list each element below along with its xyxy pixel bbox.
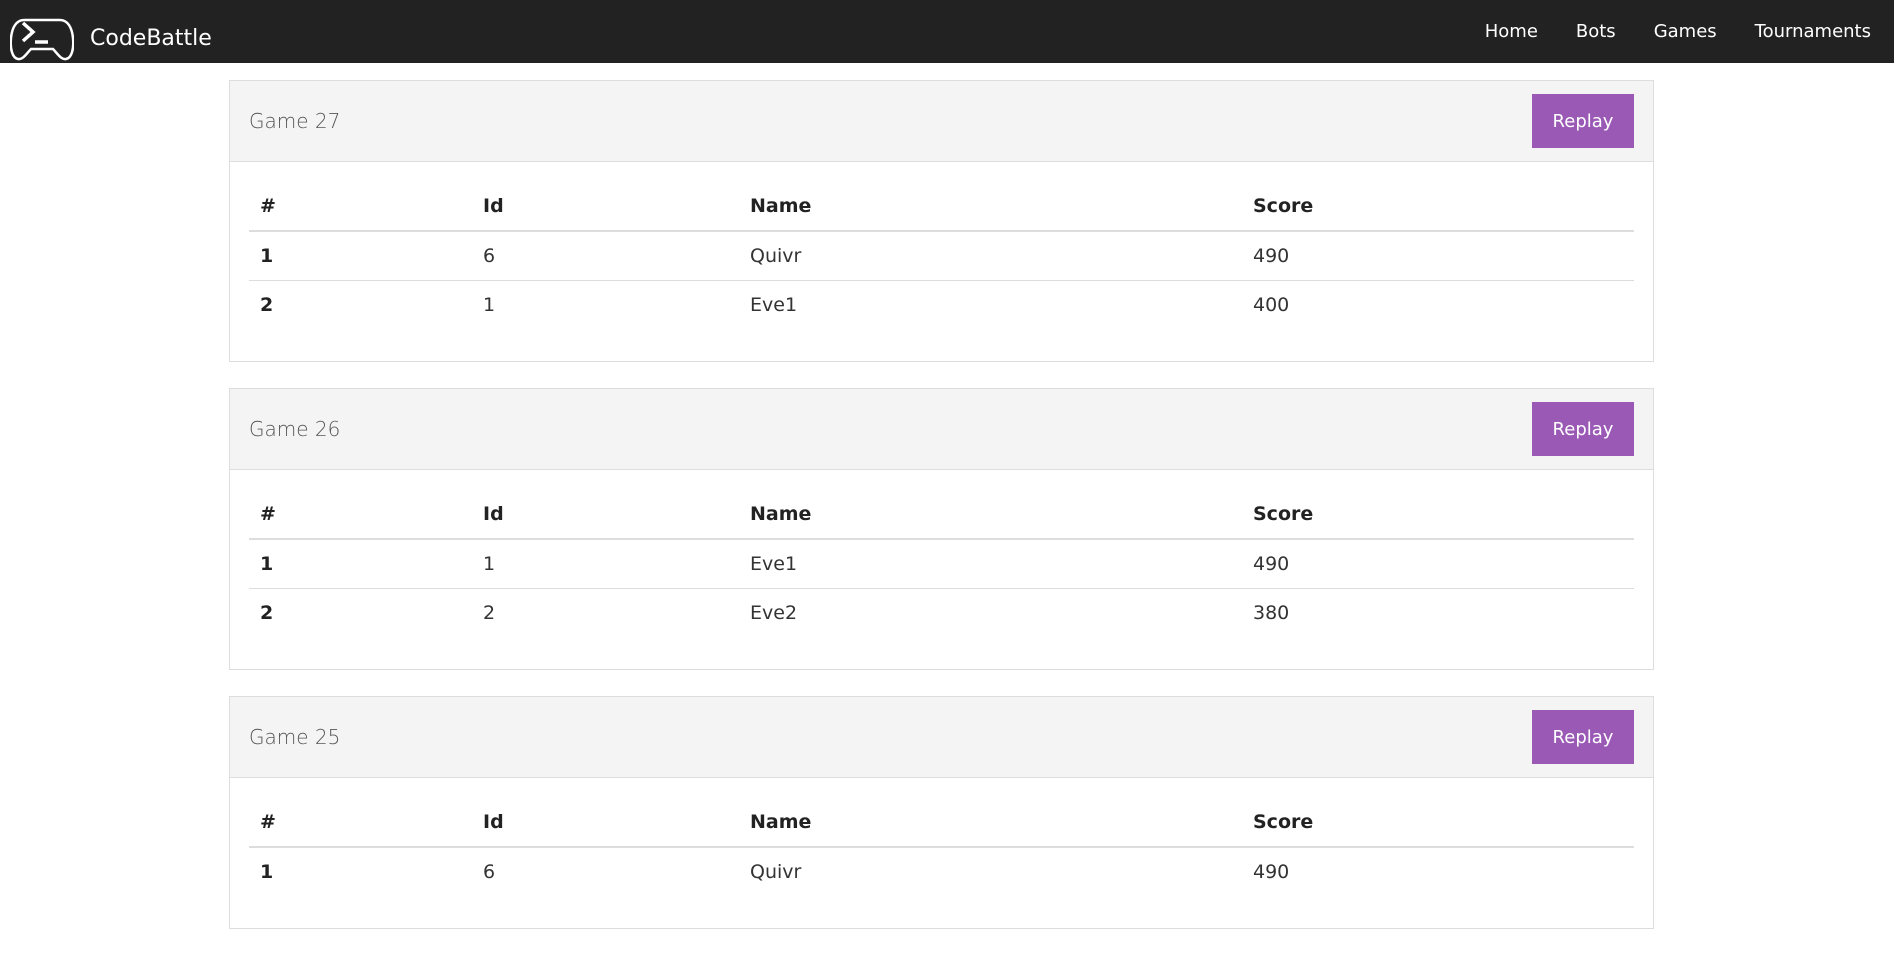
cell-rank: 2 [260,602,274,624]
top-navbar: CodeBattle Home Bots Games Tournaments [0,0,1894,63]
header-rank: # [249,490,472,540]
results-table: # Id Name Score 1 1 Eve1 490 2 2 Eve2 38… [249,490,1634,637]
game-panel-body: # Id Name Score 1 6 Quivr 490 [230,778,1653,928]
results-table: # Id Name Score 1 6 Quivr 490 [249,798,1634,896]
replay-button[interactable]: Replay [1532,94,1634,148]
game-panel-body: # Id Name Score 1 6 Quivr 490 2 1 Eve1 4… [230,162,1653,361]
cell-id: 6 [483,861,496,883]
header-score: Score [1242,490,1634,540]
game-title: Game 27 [249,109,341,133]
cell-name: Eve2 [750,602,798,624]
cell-id: 1 [472,539,739,589]
header-name: Name [739,798,1242,848]
cell-score: 400 [1253,294,1290,316]
game-panel-heading: Game 25 Replay [230,697,1653,778]
gamepad-terminal-icon [10,18,74,61]
cell-rank: 1 [249,539,472,589]
game-panel: Game 26 Replay # Id Name Score 1 1 Eve1 … [229,388,1654,670]
brand-link[interactable]: CodeBattle [10,14,212,62]
cell-score: 490 [1242,231,1634,281]
game-panel: Game 27 Replay # Id Name Score 1 6 Quivr… [229,80,1654,362]
cell-score: 490 [1242,539,1634,589]
header-id: Id [472,182,739,232]
cell-name: Quivr [739,231,1242,281]
cell-score: 490 [1253,861,1290,883]
games-list: Game 27 Replay # Id Name Score 1 6 Quivr… [229,80,1654,955]
header-rank: # [249,182,472,232]
header-name: Name [739,490,1242,540]
table-row: 1 1 Eve1 490 [249,539,1634,589]
header-id: Id [472,490,739,540]
table-header-row: # Id Name Score [249,182,1634,232]
game-panel-body: # Id Name Score 1 1 Eve1 490 2 2 Eve2 38… [230,470,1653,669]
cell-name: Eve1 [739,539,1242,589]
table-row: 1 6 Quivr 490 [249,847,1634,896]
cell-id: 2 [483,602,496,624]
header-name: Name [739,182,1242,232]
header-id: Id [472,798,739,848]
table-row: 1 6 Quivr 490 [249,231,1634,281]
cell-id: 1 [483,294,496,316]
cell-rank: 2 [260,294,274,316]
nav-bots-link[interactable]: Bots [1576,21,1616,42]
game-panel: Game 25 Replay # Id Name Score 1 6 Quivr… [229,696,1654,929]
table-row: 2 1 Eve1 400 [249,281,1634,330]
nav-tournaments-link[interactable]: Tournaments [1755,21,1871,42]
replay-button[interactable]: Replay [1532,710,1634,764]
cell-rank: 1 [249,231,472,281]
replay-button[interactable]: Replay [1532,402,1634,456]
nav-home-link[interactable]: Home [1485,21,1538,42]
cell-rank: 1 [260,861,274,883]
game-panel-heading: Game 26 Replay [230,389,1653,470]
table-header-row: # Id Name Score [249,798,1634,848]
table-row: 2 2 Eve2 380 [249,589,1634,638]
cell-name: Eve1 [750,294,798,316]
results-table: # Id Name Score 1 6 Quivr 490 2 1 Eve1 4… [249,182,1634,329]
game-title: Game 25 [249,725,341,749]
game-title: Game 26 [249,417,341,441]
header-score: Score [1242,182,1634,232]
cell-id: 6 [472,231,739,281]
table-header-row: # Id Name Score [249,490,1634,540]
game-panel-heading: Game 27 Replay [230,81,1653,162]
cell-name: Quivr [750,861,802,883]
nav-menu: Home Bots Games Tournaments [1447,0,1871,63]
header-score: Score [1242,798,1634,848]
cell-score: 380 [1253,602,1290,624]
nav-games-link[interactable]: Games [1654,21,1717,42]
header-rank: # [249,798,472,848]
brand-name: CodeBattle [90,25,212,51]
